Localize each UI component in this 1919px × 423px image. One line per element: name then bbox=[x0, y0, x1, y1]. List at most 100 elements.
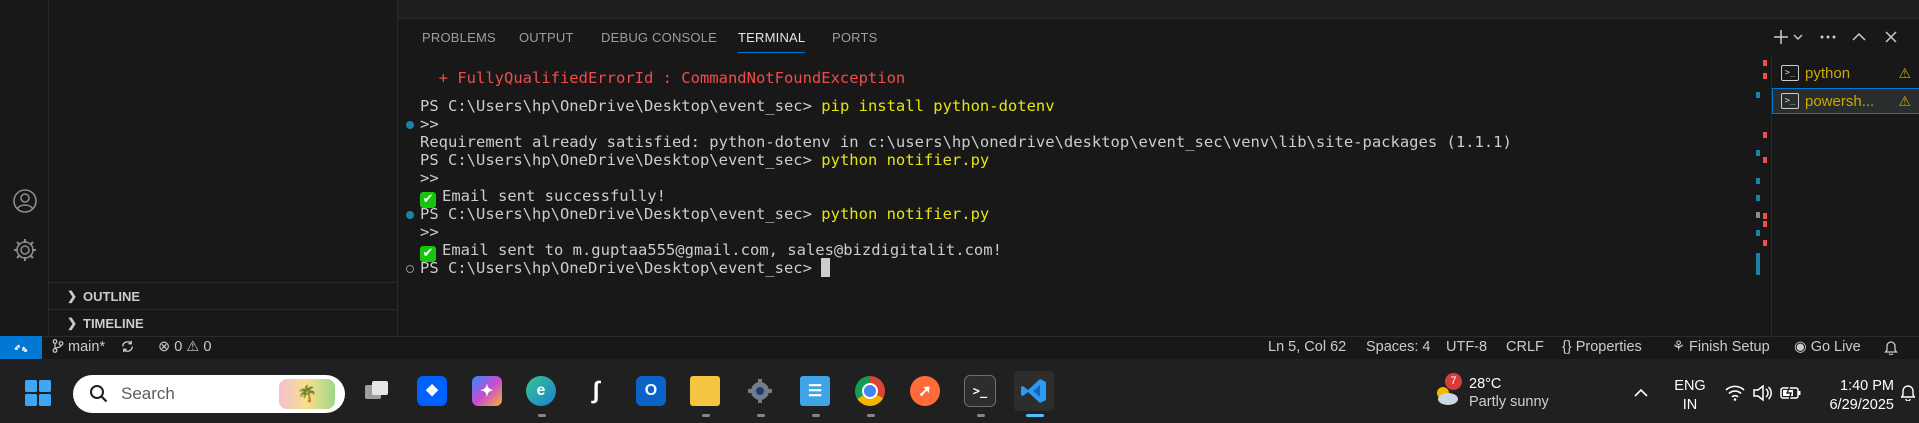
postman-app[interactable]: ➚ bbox=[905, 371, 945, 411]
command: python notifier.py bbox=[821, 205, 990, 223]
go-live-status[interactable]: ◉ Go Live bbox=[1794, 339, 1861, 355]
notification-bell-icon[interactable] bbox=[1900, 383, 1916, 402]
more-actions-icon[interactable] bbox=[1818, 27, 1838, 47]
branch-name: main* bbox=[68, 339, 106, 355]
terminal-icon: >_ bbox=[1781, 93, 1799, 109]
chrome-icon bbox=[855, 376, 885, 406]
outline-section-header[interactable]: ❯ OUTLINE bbox=[49, 282, 397, 309]
encoding[interactable]: UTF-8 bbox=[1446, 339, 1487, 355]
sync-icon[interactable] bbox=[120, 339, 135, 356]
taskbar-search-box[interactable]: Search 🌴 bbox=[73, 375, 345, 413]
broadcast-icon: ◉ bbox=[1794, 339, 1807, 355]
input-language[interactable]: ENG IN bbox=[1672, 377, 1708, 415]
tab-output[interactable]: OUTPUT bbox=[519, 30, 574, 45]
copilot-app[interactable]: ✦ bbox=[467, 371, 507, 411]
git-branch-icon bbox=[52, 339, 64, 353]
weather-widget[interactable]: 7 28°C Partly sunny bbox=[1433, 373, 1553, 417]
maximize-panel-icon[interactable] bbox=[1849, 27, 1869, 47]
error-count: 0 bbox=[174, 339, 183, 355]
close-icon[interactable] bbox=[1881, 27, 1901, 47]
vscode-app[interactable] bbox=[1014, 371, 1054, 411]
chrome-app[interactable] bbox=[850, 371, 890, 411]
indentation[interactable]: Spaces: 4 bbox=[1366, 339, 1431, 355]
settings-gear-icon bbox=[745, 376, 775, 406]
properties-status[interactable]: {} Properties bbox=[1562, 339, 1642, 355]
warning-icon: ⚠ bbox=[186, 339, 200, 355]
command-decoration-icon[interactable] bbox=[406, 265, 414, 273]
cursor-position[interactable]: Ln 5, Col 62 bbox=[1268, 339, 1346, 355]
warning-icon: ⚠ bbox=[1898, 92, 1911, 109]
outlook-icon: O bbox=[636, 376, 666, 406]
dropbox-app[interactable]: ❖ bbox=[412, 371, 452, 411]
tabs-divider bbox=[1771, 55, 1772, 336]
lightning-icon: ∫ bbox=[592, 377, 600, 404]
s-app[interactable]: ∫ bbox=[576, 371, 616, 411]
battery-charging-icon[interactable] bbox=[1780, 385, 1802, 401]
problems-status[interactable]: ⊗ 0 ⚠ 0 bbox=[158, 339, 211, 355]
notepad-app[interactable]: ☰ bbox=[795, 371, 835, 411]
task-view-button[interactable] bbox=[357, 371, 397, 411]
weather-temp: 28°C bbox=[1469, 376, 1502, 392]
edge-app[interactable]: e bbox=[521, 371, 561, 411]
folder-icon bbox=[690, 376, 720, 406]
error-icon: ⊗ bbox=[158, 339, 171, 355]
end-of-line[interactable]: CRLF bbox=[1506, 339, 1544, 355]
volume-icon[interactable] bbox=[1752, 384, 1772, 402]
running-indicator bbox=[812, 414, 820, 417]
running-indicator bbox=[702, 414, 710, 417]
language-code: ENG bbox=[1674, 378, 1706, 394]
search-icon bbox=[90, 385, 108, 403]
tab-ports[interactable]: PORTS bbox=[832, 30, 878, 45]
editor-area-edge bbox=[398, 0, 1919, 19]
chevron-right-icon: ❯ bbox=[66, 289, 78, 303]
vscode-icon bbox=[1019, 376, 1049, 406]
overview-ruler[interactable] bbox=[1755, 55, 1769, 335]
command-decoration-icon[interactable] bbox=[406, 121, 414, 129]
notepad-icon: ☰ bbox=[800, 376, 830, 406]
dropbox-icon: ❖ bbox=[417, 376, 447, 406]
terminal-list-item-python[interactable]: >_ python ⚠ bbox=[1773, 61, 1919, 85]
running-indicator bbox=[867, 414, 875, 417]
edge-icon: e bbox=[526, 376, 556, 406]
settings-app[interactable] bbox=[740, 371, 780, 411]
terminal-line: PS C:\Users\hp\OneDrive\Desktop\event_se… bbox=[406, 203, 990, 225]
file-explorer-app[interactable] bbox=[685, 371, 725, 411]
command: python notifier.py bbox=[821, 151, 990, 169]
terminal-icon: >_ bbox=[964, 375, 996, 407]
warning-icon: ⚠ bbox=[1898, 64, 1911, 81]
terminal-line: + FullyQualifiedErrorId : CommandNotFoun… bbox=[420, 69, 906, 87]
accounts-icon[interactable] bbox=[12, 188, 38, 214]
weather-desc: Partly sunny bbox=[1469, 394, 1549, 410]
show-hidden-icons-chevron-up-icon[interactable] bbox=[1633, 385, 1649, 401]
finish-setup-status[interactable]: ⚘ Finish Setup bbox=[1672, 339, 1770, 355]
tab-terminal[interactable]: TERMINAL bbox=[738, 30, 806, 53]
terminal-cursor bbox=[821, 258, 831, 277]
terminal-line: PS C:\Users\hp\OneDrive\Desktop\event_se… bbox=[406, 257, 831, 279]
chevron-down-icon[interactable] bbox=[1788, 27, 1808, 47]
windows-start-icon[interactable] bbox=[25, 380, 51, 406]
wifi-icon[interactable] bbox=[1725, 385, 1745, 401]
clock[interactable]: 1:40 PM 6/29/2025 bbox=[1818, 377, 1894, 415]
notifications-icon[interactable] bbox=[1884, 339, 1898, 359]
properties-label: Properties bbox=[1575, 339, 1642, 355]
active-indicator bbox=[1026, 414, 1044, 417]
outline-label: OUTLINE bbox=[83, 288, 141, 304]
tab-debug-console[interactable]: DEBUG CONSOLE bbox=[601, 30, 717, 45]
tab-problems[interactable]: PROBLEMS bbox=[422, 30, 496, 45]
outlook-app[interactable]: O bbox=[631, 371, 671, 411]
terminal-app[interactable]: >_ bbox=[960, 371, 1000, 411]
terminal-name: python bbox=[1805, 64, 1851, 82]
gear-icon[interactable] bbox=[12, 237, 38, 263]
branch-status[interactable]: main* bbox=[52, 339, 105, 355]
sidebar: ❯ OUTLINE ❯ TIMELINE bbox=[49, 0, 398, 336]
command-decoration-icon[interactable] bbox=[406, 211, 414, 219]
terminal-icon: >_ bbox=[1781, 65, 1799, 81]
remote-indicator-button[interactable] bbox=[0, 336, 42, 359]
prompt: PS C:\Users\hp\OneDrive\Desktop\event_se… bbox=[420, 151, 822, 169]
running-indicator bbox=[538, 414, 546, 417]
terminal-list-item-powershell[interactable]: >_ powersh... ⚠ bbox=[1772, 88, 1919, 114]
prompt: PS C:\Users\hp\OneDrive\Desktop\event_se… bbox=[420, 97, 822, 115]
timeline-section-header[interactable]: ❯ TIMELINE bbox=[49, 309, 397, 336]
remote-icon bbox=[14, 344, 28, 352]
postman-icon: ➚ bbox=[910, 376, 940, 406]
